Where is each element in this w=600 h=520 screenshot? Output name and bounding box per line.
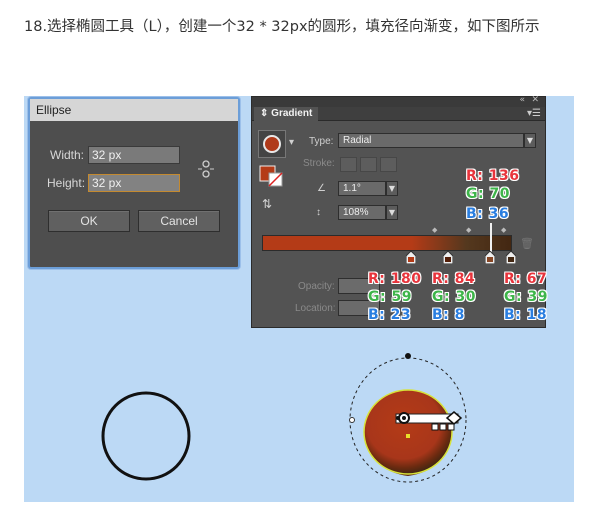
constrain-proportions-icon[interactable] <box>198 159 214 179</box>
annotation-b-stop3: B: 18 <box>504 307 548 323</box>
annotation-g-stop3: G: 39 <box>504 289 548 305</box>
midpoint-diamond[interactable]: ◆ <box>432 226 437 234</box>
stroke-label: Stroke: <box>303 158 335 169</box>
width-field[interactable]: 32 px <box>88 146 180 164</box>
chevron-down-icon[interactable]: ▼ <box>386 181 398 196</box>
location-label: Location: <box>295 303 336 314</box>
annotation-b-stop2: B: 8 <box>432 307 465 323</box>
reverse-gradient-icon[interactable]: ⇅ <box>262 197 272 211</box>
color-stop[interactable] <box>485 251 495 264</box>
opacity-label: Opacity: <box>298 281 335 292</box>
annotation-b-top: B: 36 <box>466 206 510 222</box>
swatch-dropdown-icon[interactable]: ▾ <box>289 137 294 148</box>
angle-field[interactable]: 1.1° <box>338 181 386 196</box>
height-label: Height: <box>47 176 86 190</box>
gradient-swatch[interactable] <box>258 130 286 158</box>
stroke-along-button[interactable] <box>360 157 377 172</box>
chevron-down-icon[interactable]: ▼ <box>524 133 536 148</box>
annotation-b-stop1: B: 23 <box>368 307 412 323</box>
gradient-slider[interactable] <box>262 235 512 251</box>
stroke-within-button[interactable] <box>340 157 357 172</box>
annotation-r-stop3: R: 67 <box>504 271 548 287</box>
annotation-r-stop1: R: 180 <box>368 271 422 287</box>
tab-gradient[interactable]: ⇕ Gradient <box>254 107 319 121</box>
aspect-ratio-field[interactable]: 108% <box>338 205 386 220</box>
ellipse-dialog-title: Ellipse <box>30 99 238 121</box>
annotation-r-top: R: 136 <box>466 168 520 184</box>
step-caption: 18.选择椭圆工具（L），创建一个32 * 32px的圆形，填充径向渐变，如下图… <box>24 19 540 35</box>
cancel-button[interactable]: Cancel <box>138 210 220 232</box>
midpoint-diamond[interactable]: ◆ <box>501 226 506 234</box>
circle-outline-shape[interactable] <box>98 388 194 484</box>
angle-icon: ∠ <box>317 183 326 194</box>
height-field[interactable]: 32 px <box>88 174 180 192</box>
double-chevron-icon[interactable]: « <box>519 95 525 105</box>
aspect-ratio-icon: ↕ <box>316 207 321 218</box>
midpoint-diamond[interactable]: ◆ <box>466 226 471 234</box>
fill-stroke-icon[interactable] <box>259 165 285 189</box>
ellipse-dialog: Ellipse Width: 32 px Height: 32 px OK Ca… <box>28 97 240 269</box>
trash-icon[interactable]: 🗑 <box>520 237 534 250</box>
color-stop[interactable] <box>506 251 516 264</box>
annotation-g-top: G: 70 <box>466 186 510 202</box>
color-stop[interactable] <box>443 251 453 264</box>
annotation-g-stop1: G: 59 <box>368 289 412 305</box>
width-label: Width: <box>50 148 85 162</box>
aspect-handle <box>405 353 411 359</box>
annotation-r-stop2: R: 84 <box>432 271 476 287</box>
close-icon[interactable]: ✕ <box>531 95 539 105</box>
edge-handle <box>349 417 355 423</box>
annotation-g-stop2: G: 30 <box>432 289 476 305</box>
panel-menu-icon[interactable]: ▾☰ <box>527 108 541 119</box>
type-select[interactable]: Radial <box>338 133 524 148</box>
chevron-down-icon[interactable]: ▼ <box>386 205 398 220</box>
type-label: Type: <box>309 136 334 147</box>
ok-button[interactable]: OK <box>48 210 130 232</box>
stroke-across-button[interactable] <box>380 157 397 172</box>
gradient-circle-shape[interactable] <box>344 350 474 490</box>
color-stop[interactable] <box>406 251 416 264</box>
